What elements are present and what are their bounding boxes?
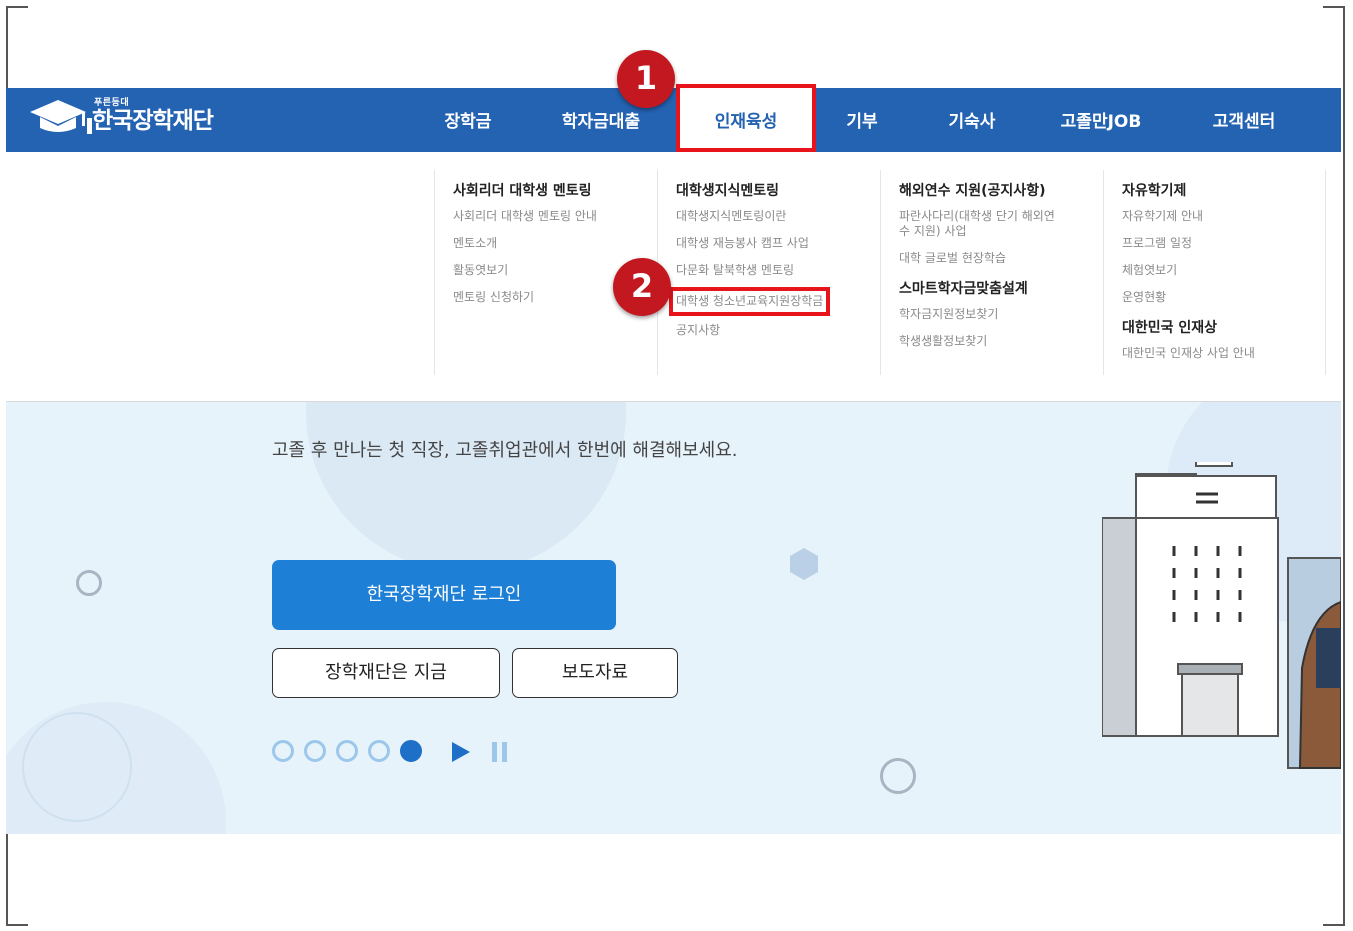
menu-column-subtitle[interactable]: 대한민국 인재상 (1122, 317, 1325, 337)
pause-icon[interactable] (490, 740, 510, 764)
talent-development-dropdown: 사회리더 대학생 멘토링 사회리더 대학생 멘토링 안내 멘토소개 활동엿보기 … (6, 152, 1341, 402)
building-illustration (1102, 462, 1341, 769)
menu-link[interactable]: 자유학기제 안내 (1122, 209, 1325, 224)
menu-link[interactable]: 대학생지식멘토링이란 (676, 209, 880, 224)
slide-indicator-1[interactable] (272, 740, 294, 762)
menu-link[interactable]: 운영현황 (1122, 290, 1325, 305)
slide-indicator-5[interactable] (400, 740, 422, 762)
step-2-badge: 2 (613, 258, 671, 316)
logo-name: 한국장학재단 (92, 108, 214, 134)
menu-link[interactable]: 학생생활정보찾기 (899, 334, 1103, 349)
frame-bottom-right (1323, 924, 1345, 926)
menu-column-free-semester: 자유학기제 자유학기제 안내 프로그램 일정 체험엿보기 운영현황 대한민국 인… (1103, 170, 1326, 375)
nav-donation[interactable]: 기부 (832, 88, 892, 152)
main-banner: 고졸 후 만나는 첫 직장, 고졸취업관에서 한번에 해결해보세요. 한국장학재… (6, 402, 1341, 834)
menu-link-youth-education-scholarship[interactable]: 대학생 청소년교육지원장학금 (668, 287, 831, 316)
decorative-circle (22, 712, 132, 822)
menu-link[interactable]: 대한민국 인재상 사업 안내 (1122, 346, 1325, 361)
frame-right (1343, 6, 1345, 926)
decorative-circle (306, 402, 626, 572)
logo-tagline: 푸른등대 (94, 98, 130, 108)
menu-column-overseas-training: 해외연수 지원(공지사항) 파란사다리(대학생 단기 해외연수 지원) 사업 대… (880, 170, 1103, 375)
menu-link[interactable]: 프로그램 일정 (1122, 236, 1325, 251)
banner-subtitle: 고졸 후 만나는 첫 직장, 고졸취업관에서 한번에 해결해보세요. (272, 440, 738, 461)
menu-link[interactable]: 체험엿보기 (1122, 263, 1325, 278)
frame-top-left (6, 6, 28, 8)
menu-link[interactable]: 멘토소개 (453, 236, 657, 251)
menu-column-knowledge-mentoring: 대학생지식멘토링 대학생지식멘토링이란 대학생 재능봉사 캠프 사업 다문화 탈… (657, 170, 880, 375)
foundation-now-button[interactable]: 장학재단은 지금 (272, 648, 500, 698)
hexagon-icon (790, 548, 818, 580)
menu-link[interactable]: 대학 글로벌 현장학습 (899, 251, 1103, 266)
nav-dormitory[interactable]: 기숙사 (932, 88, 1012, 152)
slide-indicator-2[interactable] (304, 740, 326, 762)
menu-link[interactable]: 학자금지원정보찾기 (899, 307, 1103, 322)
slide-indicator-4[interactable] (368, 740, 390, 762)
menu-link[interactable]: 사회리더 대학생 멘토링 안내 (453, 209, 657, 224)
menu-column-subtitle[interactable]: 스마트학자금맞춤설계 (899, 278, 1103, 298)
menu-link[interactable]: 다문화 탈북학생 멘토링 (676, 263, 880, 278)
nav-high-school-job[interactable]: 고졸만JOB (1050, 88, 1152, 152)
press-release-button[interactable]: 보도자료 (512, 648, 678, 698)
menu-link[interactable]: 공지사항 (676, 323, 880, 338)
login-button[interactable]: 한국장학재단 로그인 (272, 560, 616, 630)
small-ring-icon (880, 758, 916, 794)
step-1-badge: 1 (617, 50, 675, 108)
menu-link[interactable]: 대학생 재능봉사 캠프 사업 (676, 236, 880, 251)
menu-link[interactable]: 파란사다리(대학생 단기 해외연수 지원) 사업 (899, 209, 1059, 239)
graduation-cap-icon (24, 96, 92, 136)
small-ring-icon (76, 570, 102, 596)
menu-column-title[interactable]: 해외연수 지원(공지사항) (899, 180, 1103, 200)
menu-column-title[interactable]: 대학생지식멘토링 (676, 180, 880, 200)
frame-top-right (1323, 6, 1345, 8)
play-icon[interactable] (450, 740, 472, 764)
slide-indicator-3[interactable] (336, 740, 358, 762)
nav-scholarship[interactable]: 장학금 (428, 88, 508, 152)
site-logo[interactable]: 푸른등대 한국장학재단 (24, 96, 214, 136)
frame-bottom-left (6, 924, 28, 926)
menu-column-title[interactable]: 사회리더 대학생 멘토링 (453, 180, 657, 200)
menu-column-title[interactable]: 자유학기제 (1122, 180, 1325, 200)
nav-talent-development[interactable]: 인재육성 (676, 84, 816, 152)
top-navigation-bar: 푸른등대 한국장학재단 장학금 학자금대출 인재육성 기부 기숙사 고졸만JOB… (6, 84, 1341, 152)
nav-customer-center[interactable]: 고객센터 (1196, 88, 1292, 152)
